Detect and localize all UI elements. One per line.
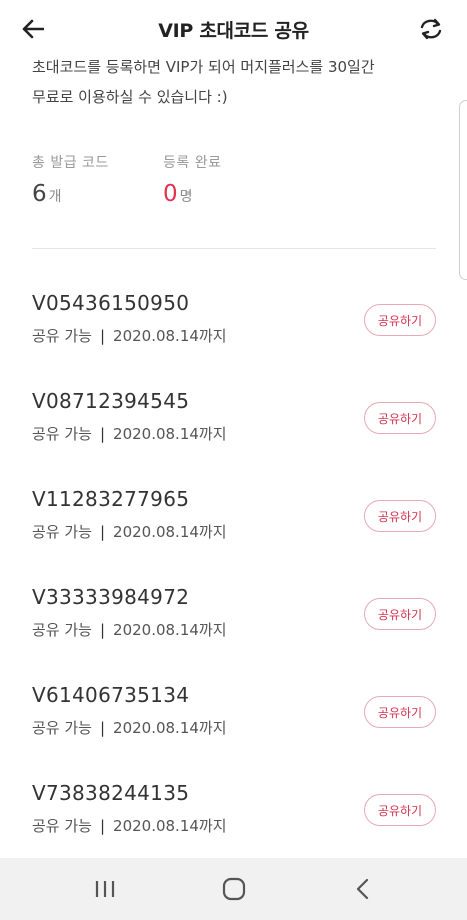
code-list: V05436150950 공유 가능 | 2020.08.14까지 공유하기 V08…	[0, 283, 467, 871]
stat-registered: 등록 완료 0 명	[163, 152, 294, 207]
code-item: V08712394545 공유 가능 | 2020.08.14까지 공유하기	[0, 381, 467, 479]
code-status: 공유 가능	[32, 425, 92, 443]
code-expiry: 2020.08.14까지	[113, 425, 227, 443]
stat-issued-value: 6	[32, 181, 47, 207]
home-icon	[222, 877, 245, 901]
code-value: V33333984972	[32, 585, 190, 609]
code-meta: 공유 가능 | 2020.08.14까지	[32, 325, 227, 346]
divider	[32, 248, 436, 249]
recents-button[interactable]	[75, 869, 135, 909]
code-meta: 공유 가능 | 2020.08.14까지	[32, 815, 227, 836]
code-meta: 공유 가능 | 2020.08.14까지	[32, 717, 227, 738]
code-item: V11283277965 공유 가능 | 2020.08.14까지 공유하기	[0, 479, 467, 577]
arrow-left-icon	[22, 19, 44, 39]
share-button[interactable]: 공유하기	[364, 598, 436, 630]
code-expiry: 2020.08.14까지	[113, 817, 227, 835]
back-button[interactable]	[16, 14, 50, 44]
stat-registered-value: 0	[163, 181, 178, 207]
meta-separator: |	[99, 425, 106, 443]
meta-separator: |	[99, 719, 106, 737]
code-expiry: 2020.08.14까지	[113, 621, 227, 639]
code-value: V61406735134	[32, 683, 190, 707]
meta-separator: |	[99, 817, 106, 835]
code-status: 공유 가능	[32, 523, 92, 541]
refresh-button[interactable]	[415, 13, 447, 45]
code-meta: 공유 가능 | 2020.08.14까지	[32, 619, 227, 640]
code-status: 공유 가능	[32, 621, 92, 639]
system-back-button[interactable]	[333, 869, 393, 909]
code-item: V61406735134 공유 가능 | 2020.08.14까지 공유하기	[0, 675, 467, 773]
code-meta: 공유 가능 | 2020.08.14까지	[32, 521, 227, 542]
code-expiry: 2020.08.14까지	[113, 327, 227, 345]
code-value: V11283277965	[32, 487, 190, 511]
code-expiry: 2020.08.14까지	[113, 523, 227, 541]
code-value: V73838244135	[32, 781, 190, 805]
code-status: 공유 가능	[32, 719, 92, 737]
intro-line-2: 무료로 이용하실 수 있습니다 :)	[32, 88, 228, 106]
scrollbar[interactable]	[459, 100, 467, 280]
share-button[interactable]: 공유하기	[364, 794, 436, 826]
code-item: V73838244135 공유 가능 | 2020.08.14까지 공유하기	[0, 773, 467, 871]
code-status: 공유 가능	[32, 327, 92, 345]
stat-registered-label: 등록 완료	[163, 155, 222, 171]
code-expiry: 2020.08.14까지	[113, 719, 227, 737]
code-item: V33333984972 공유 가능 | 2020.08.14까지 공유하기	[0, 577, 467, 675]
share-button[interactable]: 공유하기	[364, 500, 436, 532]
meta-separator: |	[99, 327, 106, 345]
stat-issued-label: 총 발급 코드	[32, 155, 109, 171]
home-button[interactable]	[204, 869, 264, 909]
intro-text: 초대코드를 등록하면 VIP가 되어 머지플러스를 30일간 무료로 이용하실 …	[32, 52, 442, 112]
screen: 초대코드를 등록하면 VIP가 되어 머지플러스를 30일간 무료로 이용하실 …	[0, 0, 467, 920]
code-value: V05436150950	[32, 291, 190, 315]
stat-registered-unit: 명	[179, 189, 193, 205]
stat-issued-unit: 개	[48, 189, 62, 205]
meta-separator: |	[99, 621, 106, 639]
app-header: VIP 초대코드 공유	[0, 0, 467, 58]
page-title: VIP 초대코드 공유	[158, 19, 309, 42]
meta-separator: |	[99, 523, 106, 541]
code-meta: 공유 가능 | 2020.08.14까지	[32, 423, 227, 444]
recents-icon	[95, 881, 114, 897]
system-navbar	[0, 858, 467, 920]
share-button[interactable]: 공유하기	[364, 402, 436, 434]
stat-issued: 총 발급 코드 6 개	[32, 152, 163, 207]
nav-back-icon	[356, 878, 368, 900]
code-stats: 총 발급 코드 6 개 등록 완료 0 명	[32, 152, 294, 207]
code-status: 공유 가능	[32, 817, 92, 835]
refresh-icon	[420, 18, 442, 40]
code-value: V08712394545	[32, 389, 190, 413]
code-item: V05436150950 공유 가능 | 2020.08.14까지 공유하기	[0, 283, 467, 381]
share-button[interactable]: 공유하기	[364, 304, 436, 336]
share-button[interactable]: 공유하기	[364, 696, 436, 728]
